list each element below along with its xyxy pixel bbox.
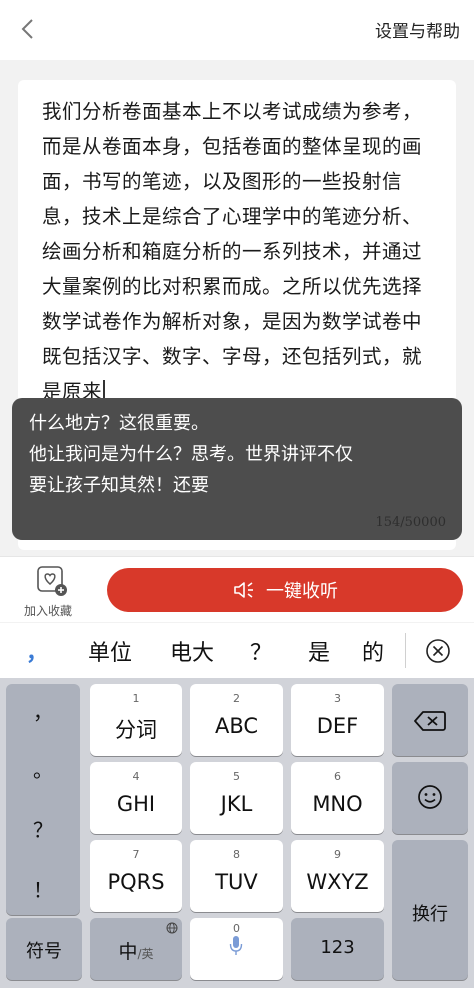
favorite-add-icon bbox=[37, 566, 67, 596]
globe-icon bbox=[166, 922, 178, 934]
overlay-text: 什么地方？这很重要。 他让我问是为什么？思考。世界讲评不仅 要让孩子知其然！还要 bbox=[29, 408, 449, 501]
key-3-def[interactable]: 3 DEF bbox=[291, 684, 384, 756]
punct-period-key[interactable]: 。 bbox=[6, 754, 80, 783]
microphone-icon bbox=[229, 936, 243, 955]
overlay-line: 什么地方？这很重要。 bbox=[29, 413, 209, 434]
symbol-key[interactable]: 符号 bbox=[6, 918, 82, 980]
smiley-icon bbox=[418, 785, 442, 809]
key-2-abc[interactable]: 2 ABC bbox=[190, 684, 283, 756]
language-switch-key[interactable]: 中/英 bbox=[90, 918, 182, 980]
voice-input-overlay: 什么地方？这很重要。 他让我问是为什么？思考。世界讲评不仅 要让孩子知其然！还要… bbox=[12, 398, 462, 540]
key-number: 5 bbox=[233, 770, 240, 783]
key-number: 6 bbox=[334, 770, 341, 783]
key-label: ABC bbox=[214, 714, 259, 738]
speaker-icon bbox=[234, 582, 253, 598]
key-7-pqrs[interactable]: 7 PQRS bbox=[90, 840, 182, 912]
number-mode-label: 123 bbox=[320, 937, 355, 958]
key-number: 4 bbox=[132, 770, 140, 783]
key-label: 分词 bbox=[115, 718, 157, 742]
key-9-wxyz[interactable]: 9 WXYZ bbox=[291, 840, 384, 912]
action-bar: 加入收藏 一键收听 bbox=[0, 556, 474, 622]
punct-exclaim-key[interactable]: ！ bbox=[6, 874, 80, 903]
character-counter: 154/50000 bbox=[375, 515, 446, 530]
key-label: GHI bbox=[116, 792, 156, 816]
settings-help-link[interactable]: 设置与帮助 bbox=[375, 17, 460, 42]
chinese-label: 中 bbox=[118, 941, 138, 963]
key-label: PQRS bbox=[107, 870, 165, 894]
candidate-word[interactable]: 是 bbox=[308, 635, 330, 667]
article-text: 我们分析卷面基本上不以考试成绩为参考，而是从卷面本身，包括卷面的整体呈现的画面，… bbox=[42, 100, 423, 403]
emoji-key[interactable] bbox=[392, 762, 468, 834]
candidate-word[interactable]: ？ bbox=[250, 635, 272, 667]
add-to-favorites-label: 加入收藏 bbox=[24, 604, 73, 618]
key-label: JKL bbox=[220, 792, 253, 816]
key-number: 7 bbox=[132, 848, 140, 861]
key-label: MNO bbox=[312, 792, 363, 816]
delete-key[interactable] bbox=[392, 684, 468, 756]
key-1-segment[interactable]: 1 分词 bbox=[90, 684, 182, 756]
language-label: 中/英 bbox=[90, 937, 182, 964]
candidate-bar: ， 单位 电大 ？ 是 的 bbox=[0, 623, 474, 678]
key-4-ghi[interactable]: 4 GHI bbox=[90, 762, 182, 834]
candidate-comma[interactable]: ， bbox=[26, 635, 48, 667]
one-tap-listen-button[interactable]: 一键收听 bbox=[107, 568, 463, 612]
overlay-line: 他让我问是为什么？思考。世界讲评不仅 bbox=[29, 444, 353, 465]
add-to-favorites-button[interactable]: 加入收藏 bbox=[18, 564, 88, 620]
article-text-area[interactable]: 我们分析卷面基本上不以考试成绩为参考，而是从卷面本身，包括卷面的整体呈现的画面，… bbox=[42, 94, 434, 409]
key-number: 3 bbox=[334, 692, 341, 705]
english-label: /英 bbox=[137, 947, 154, 961]
listen-button-content: 一键收听 bbox=[107, 568, 463, 612]
enter-label: 换行 bbox=[412, 904, 448, 925]
punct-question-key[interactable]: ？ bbox=[6, 814, 80, 843]
key-8-tuv[interactable]: 8 TUV bbox=[190, 840, 283, 912]
space-voice-key[interactable]: 0 bbox=[190, 918, 283, 980]
back-arrow-icon[interactable] bbox=[14, 14, 42, 44]
candidate-word[interactable]: 的 bbox=[362, 635, 384, 667]
key-number: 8 bbox=[233, 848, 240, 861]
punct-comma-key[interactable]: ， bbox=[6, 696, 80, 725]
punctuation-column[interactable]: ， 。 ？ ！ bbox=[6, 684, 80, 915]
close-circle-icon[interactable] bbox=[425, 638, 451, 664]
nine-key-keyboard: ， 。 ？ ！ 1 分词 2 ABC 3 DEF 4 GHI 5 JKL 6 M… bbox=[0, 678, 474, 988]
key-5-jkl[interactable]: 5 JKL bbox=[190, 762, 283, 834]
key-number: 1 bbox=[132, 692, 140, 705]
overlay-line: 要让孩子知其然！还要 bbox=[29, 475, 209, 496]
key-label: DEF bbox=[316, 714, 359, 738]
candidate-word[interactable]: 单位 bbox=[88, 635, 132, 667]
enter-key[interactable]: 换行 bbox=[392, 840, 468, 980]
key-number: 9 bbox=[334, 848, 341, 861]
key-number: 2 bbox=[233, 692, 240, 705]
key-label: TUV bbox=[215, 870, 258, 894]
key-6-mno[interactable]: 6 MNO bbox=[291, 762, 384, 834]
candidate-word[interactable]: 电大 bbox=[170, 635, 214, 667]
number-mode-key[interactable]: 123 bbox=[291, 918, 384, 980]
listen-button-label: 一键收听 bbox=[266, 581, 338, 602]
candidate-divider bbox=[405, 633, 406, 668]
symbol-label: 符号 bbox=[26, 941, 62, 962]
key-label: WXYZ bbox=[306, 870, 369, 894]
backspace-icon bbox=[414, 711, 446, 731]
top-bar: 设置与帮助 bbox=[0, 0, 474, 60]
